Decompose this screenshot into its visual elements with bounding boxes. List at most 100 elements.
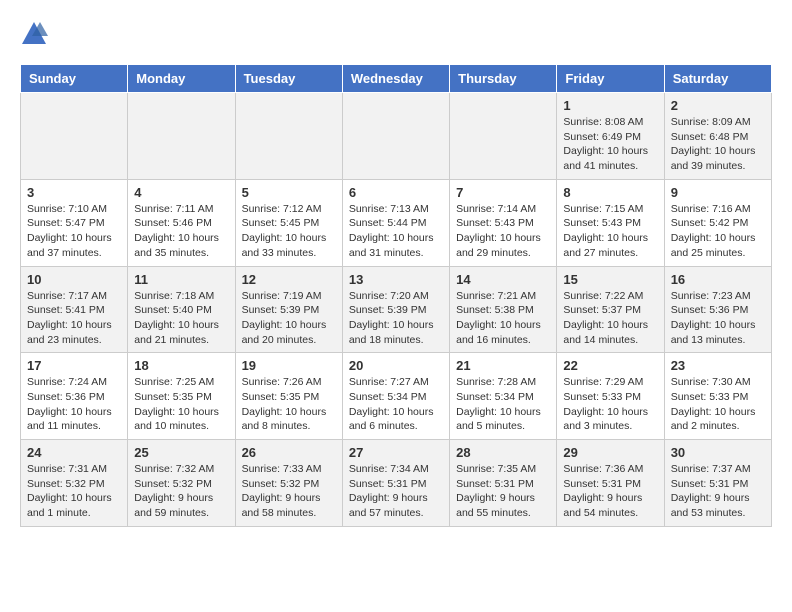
day-number: 7	[456, 185, 550, 200]
calendar-week-row: 24 Sunrise: 7:31 AMSunset: 5:32 PMDayligh…	[21, 440, 772, 527]
day-number: 14	[456, 272, 550, 287]
calendar-cell: 15 Sunrise: 7:22 AMSunset: 5:37 PMDayligh…	[557, 266, 664, 353]
calendar-table: SundayMondayTuesdayWednesdayThursdayFrid…	[20, 64, 772, 527]
day-info: Sunrise: 7:18 AMSunset: 5:40 PMDaylight:…	[134, 289, 228, 348]
calendar-cell: 27 Sunrise: 7:34 AMSunset: 5:31 PMDayligh…	[342, 440, 449, 527]
day-number: 25	[134, 445, 228, 460]
day-info: Sunrise: 7:29 AMSunset: 5:33 PMDaylight:…	[563, 375, 657, 434]
day-number: 6	[349, 185, 443, 200]
day-info: Sunrise: 7:26 AMSunset: 5:35 PMDaylight:…	[242, 375, 336, 434]
calendar-cell: 12 Sunrise: 7:19 AMSunset: 5:39 PMDayligh…	[235, 266, 342, 353]
calendar-day-header: Friday	[557, 65, 664, 93]
calendar-week-row: 17 Sunrise: 7:24 AMSunset: 5:36 PMDayligh…	[21, 353, 772, 440]
calendar-cell	[128, 93, 235, 180]
day-info: Sunrise: 7:10 AMSunset: 5:47 PMDaylight:…	[27, 202, 121, 261]
calendar-cell: 18 Sunrise: 7:25 AMSunset: 5:35 PMDayligh…	[128, 353, 235, 440]
day-info: Sunrise: 7:28 AMSunset: 5:34 PMDaylight:…	[456, 375, 550, 434]
calendar-cell: 24 Sunrise: 7:31 AMSunset: 5:32 PMDayligh…	[21, 440, 128, 527]
day-number: 5	[242, 185, 336, 200]
day-number: 8	[563, 185, 657, 200]
day-number: 11	[134, 272, 228, 287]
day-info: Sunrise: 7:11 AMSunset: 5:46 PMDaylight:…	[134, 202, 228, 261]
calendar-week-row: 1 Sunrise: 8:08 AMSunset: 6:49 PMDaylight…	[21, 93, 772, 180]
day-number: 1	[563, 98, 657, 113]
calendar-day-header: Sunday	[21, 65, 128, 93]
calendar-cell: 8 Sunrise: 7:15 AMSunset: 5:43 PMDaylight…	[557, 179, 664, 266]
day-number: 21	[456, 358, 550, 373]
calendar-cell: 16 Sunrise: 7:23 AMSunset: 5:36 PMDayligh…	[664, 266, 771, 353]
day-number: 20	[349, 358, 443, 373]
day-number: 17	[27, 358, 121, 373]
calendar-cell	[342, 93, 449, 180]
calendar-cell	[450, 93, 557, 180]
calendar-cell: 10 Sunrise: 7:17 AMSunset: 5:41 PMDayligh…	[21, 266, 128, 353]
calendar-cell: 14 Sunrise: 7:21 AMSunset: 5:38 PMDayligh…	[450, 266, 557, 353]
calendar-cell: 23Sunrise: 7:30 AMSunset: 5:33 PMDayligh…	[664, 353, 771, 440]
day-number: 24	[27, 445, 121, 460]
day-number: 2	[671, 98, 765, 113]
day-info: Sunrise: 7:24 AMSunset: 5:36 PMDaylight:…	[27, 375, 121, 434]
day-info: Sunrise: 7:25 AMSunset: 5:35 PMDaylight:…	[134, 375, 228, 434]
page-header	[20, 20, 772, 48]
day-info: Sunrise: 7:33 AMSunset: 5:32 PMDaylight:…	[242, 462, 336, 521]
calendar-day-header: Wednesday	[342, 65, 449, 93]
calendar-cell: 6 Sunrise: 7:13 AMSunset: 5:44 PMDaylight…	[342, 179, 449, 266]
day-info: Sunrise: 7:23 AMSunset: 5:36 PMDaylight:…	[671, 289, 765, 348]
day-info: Sunrise: 7:30 AMSunset: 5:33 PMDaylight:…	[671, 375, 765, 434]
day-number: 15	[563, 272, 657, 287]
calendar-cell: 25 Sunrise: 7:32 AMSunset: 5:32 PMDayligh…	[128, 440, 235, 527]
day-number: 9	[671, 185, 765, 200]
day-info: Sunrise: 7:37 AMSunset: 5:31 PMDaylight:…	[671, 462, 765, 521]
day-info: Sunrise: 7:13 AMSunset: 5:44 PMDaylight:…	[349, 202, 443, 261]
calendar-day-header: Thursday	[450, 65, 557, 93]
calendar-cell	[21, 93, 128, 180]
day-info: Sunrise: 7:34 AMSunset: 5:31 PMDaylight:…	[349, 462, 443, 521]
day-number: 12	[242, 272, 336, 287]
day-number: 10	[27, 272, 121, 287]
day-info: Sunrise: 7:31 AMSunset: 5:32 PMDaylight:…	[27, 462, 121, 521]
calendar-cell: 29Sunrise: 7:36 AMSunset: 5:31 PMDayligh…	[557, 440, 664, 527]
calendar-cell: 4Sunrise: 7:11 AMSunset: 5:46 PMDaylight…	[128, 179, 235, 266]
day-info: Sunrise: 7:19 AMSunset: 5:39 PMDaylight:…	[242, 289, 336, 348]
calendar-cell: 1 Sunrise: 8:08 AMSunset: 6:49 PMDaylight…	[557, 93, 664, 180]
day-number: 18	[134, 358, 228, 373]
day-number: 28	[456, 445, 550, 460]
day-info: Sunrise: 8:09 AMSunset: 6:48 PMDaylight:…	[671, 115, 765, 174]
day-info: Sunrise: 7:20 AMSunset: 5:39 PMDaylight:…	[349, 289, 443, 348]
calendar-cell: 30 Sunrise: 7:37 AMSunset: 5:31 PMDayligh…	[664, 440, 771, 527]
day-number: 16	[671, 272, 765, 287]
calendar-cell: 26 Sunrise: 7:33 AMSunset: 5:32 PMDayligh…	[235, 440, 342, 527]
day-number: 13	[349, 272, 443, 287]
day-info: Sunrise: 7:21 AMSunset: 5:38 PMDaylight:…	[456, 289, 550, 348]
calendar-day-header: Monday	[128, 65, 235, 93]
calendar-cell: 28 Sunrise: 7:35 AMSunset: 5:31 PMDayligh…	[450, 440, 557, 527]
day-info: Sunrise: 7:15 AMSunset: 5:43 PMDaylight:…	[563, 202, 657, 261]
day-info: Sunrise: 8:08 AMSunset: 6:49 PMDaylight:…	[563, 115, 657, 174]
day-number: 30	[671, 445, 765, 460]
day-info: Sunrise: 7:27 AMSunset: 5:34 PMDaylight:…	[349, 375, 443, 434]
day-number: 22	[563, 358, 657, 373]
calendar-week-row: 10 Sunrise: 7:17 AMSunset: 5:41 PMDayligh…	[21, 266, 772, 353]
day-number: 27	[349, 445, 443, 460]
calendar-cell: 5Sunrise: 7:12 AMSunset: 5:45 PMDaylight…	[235, 179, 342, 266]
calendar-day-header: Saturday	[664, 65, 771, 93]
logo	[20, 20, 52, 48]
calendar-week-row: 3Sunrise: 7:10 AMSunset: 5:47 PMDaylight…	[21, 179, 772, 266]
calendar-cell: 20 Sunrise: 7:27 AMSunset: 5:34 PMDayligh…	[342, 353, 449, 440]
calendar-cell: 3Sunrise: 7:10 AMSunset: 5:47 PMDaylight…	[21, 179, 128, 266]
day-number: 19	[242, 358, 336, 373]
calendar-cell: 7 Sunrise: 7:14 AMSunset: 5:43 PMDaylight…	[450, 179, 557, 266]
calendar-cell: 9 Sunrise: 7:16 AMSunset: 5:42 PMDaylight…	[664, 179, 771, 266]
day-info: Sunrise: 7:14 AMSunset: 5:43 PMDaylight:…	[456, 202, 550, 261]
day-info: Sunrise: 7:16 AMSunset: 5:42 PMDaylight:…	[671, 202, 765, 261]
calendar-cell: 22 Sunrise: 7:29 AMSunset: 5:33 PMDayligh…	[557, 353, 664, 440]
day-info: Sunrise: 7:22 AMSunset: 5:37 PMDaylight:…	[563, 289, 657, 348]
day-info: Sunrise: 7:17 AMSunset: 5:41 PMDaylight:…	[27, 289, 121, 348]
calendar-cell: 11 Sunrise: 7:18 AMSunset: 5:40 PMDayligh…	[128, 266, 235, 353]
day-number: 26	[242, 445, 336, 460]
calendar-header-row: SundayMondayTuesdayWednesdayThursdayFrid…	[21, 65, 772, 93]
day-info: Sunrise: 7:35 AMSunset: 5:31 PMDaylight:…	[456, 462, 550, 521]
logo-icon	[20, 20, 48, 48]
day-info: Sunrise: 7:32 AMSunset: 5:32 PMDaylight:…	[134, 462, 228, 521]
calendar-cell	[235, 93, 342, 180]
